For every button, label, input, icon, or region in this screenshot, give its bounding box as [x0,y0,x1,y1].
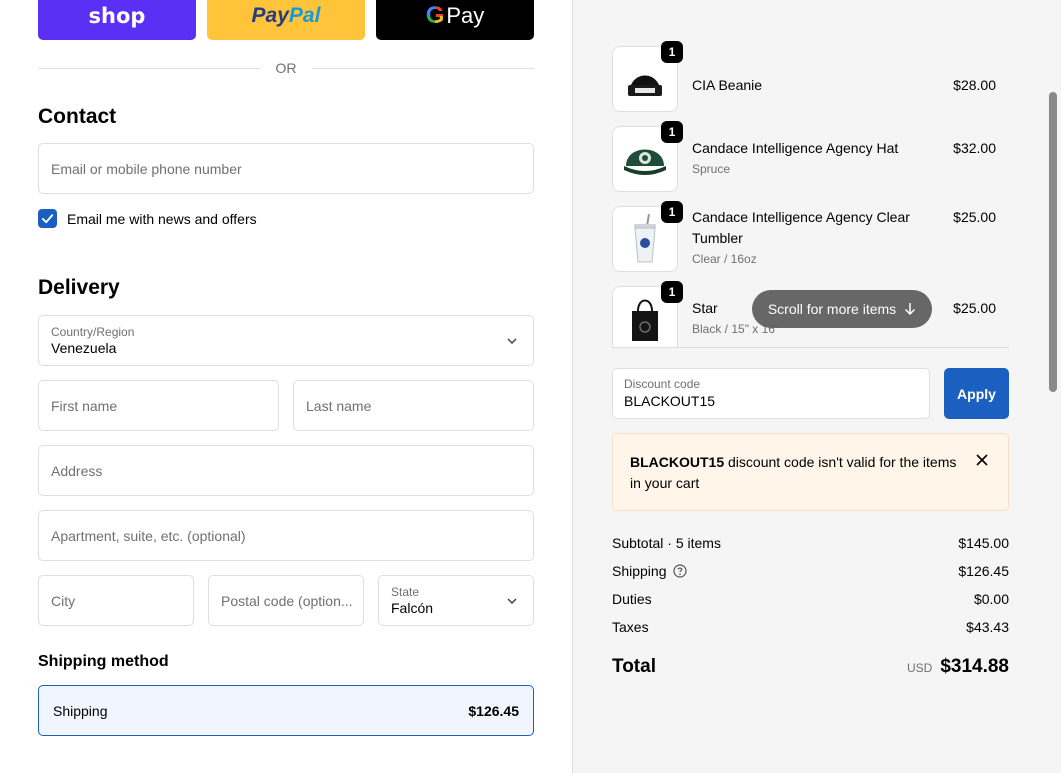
order-summary-column: 1 CIA Beanie $28.00 1 Candace Intelligen… [572,0,1061,773]
shop-pay-button[interactable]: shop [38,0,196,40]
beanie-icon [628,75,662,96]
last-name-field[interactable]: Last name [293,380,534,431]
divider-line [38,67,261,69]
taxes-label: Taxes [612,619,649,635]
shop-pay-label: shop [88,4,146,28]
paypal-label-part1: Pay [251,4,289,27]
apply-discount-button[interactable]: Apply [944,368,1009,419]
item-name: Candace Intelligence Agency Hat [692,140,899,156]
divider-line [311,67,534,69]
shipping-row: Shipping $126.45 [612,563,1009,579]
total-label: Total [612,656,656,677]
newsletter-label: Email me with news and offers [67,210,257,227]
quantity-badge: 1 [661,121,683,143]
close-icon[interactable] [974,452,990,468]
quantity-badge: 1 [661,201,683,223]
discount-code-field[interactable]: Discount code BLACKOUT15 [612,368,930,419]
state-label: State [391,585,420,599]
subtotal-value: $145.00 [958,535,1009,551]
page-scrollbar-thumb[interactable] [1049,92,1057,392]
chevron-down-icon [507,338,517,345]
country-select[interactable]: Country/Region Venezuela [38,315,534,366]
first-name-placeholder: First name [51,397,118,414]
item-variant: Clear / 16oz [692,252,757,266]
delivery-heading: Delivery [38,276,120,299]
subtotal-label: Subtotal · 5 items [612,535,721,551]
newsletter-checkbox[interactable] [38,209,57,228]
paypal-label-part2: Pal [288,4,321,27]
address-field[interactable]: Address [38,445,534,496]
item-price: $25.00 [953,209,996,225]
total-row: Total USD $314.88 [612,656,1009,678]
total-currency: USD [906,661,933,675]
taxes-value: $43.43 [966,619,1009,635]
item-price: $28.00 [953,77,996,93]
quantity-badge: 1 [661,281,683,303]
duties-value: $0.00 [973,591,1009,607]
notice-text: BLACKOUT15 discount code isn't valid for… [630,452,960,494]
shipping-option[interactable]: Shipping $126.45 [38,685,534,736]
shipping-option-label: Shipping [53,702,108,719]
duties-label: Duties [612,591,652,607]
discount-code-label: Discount code [624,377,701,391]
taxes-row: Taxes $43.43 [612,619,1009,635]
postal-code-field[interactable]: Postal code (option... [208,575,364,626]
country-value: Venezuela [51,340,117,356]
item-price: $25.00 [953,300,996,316]
subtotal-row: Subtotal · 5 items $145.00 [612,535,1009,551]
google-pay-label: Pay [446,3,485,28]
scroll-for-more-button[interactable]: Scroll for more items [752,290,932,328]
last-name-placeholder: Last name [306,397,372,414]
email-field[interactable]: Email or mobile phone number [38,143,534,194]
shipping-label: Shipping [612,563,667,579]
shipping-method-heading: Shipping method [38,653,169,670]
city-field[interactable]: City [38,575,194,626]
scroll-hint-label: Scroll for more items [767,301,897,317]
first-name-field[interactable]: First name [38,380,279,431]
discount-error-notice: BLACKOUT15 discount code isn't valid for… [612,433,1009,511]
google-g-icon: G [425,2,445,29]
shipping-option-price: $126.45 [468,702,519,719]
total-value: $314.88 [940,656,1009,677]
state-select[interactable]: State Falcón [378,575,534,626]
tote-bag-icon [632,299,658,341]
country-label: Country/Region [51,325,135,339]
cart-items-list[interactable]: 1 CIA Beanie $28.00 1 Candace Intelligen… [612,38,1009,348]
checkmark-icon [41,214,54,224]
help-circle-icon[interactable] [672,564,687,578]
item-name: CIA Beanie [692,77,763,93]
google-pay-button[interactable]: G Pay [376,0,534,40]
tumbler-icon [634,213,656,263]
or-divider: OR [38,58,534,78]
arrow-down-icon [905,303,916,316]
or-label: OR [275,60,297,76]
paypal-button[interactable]: Pay Pal [207,0,365,40]
email-placeholder: Email or mobile phone number [51,160,242,177]
contact-heading: Contact [38,105,117,128]
notice-code: BLACKOUT15 [630,454,725,470]
page-scrollbar[interactable] [1046,0,1061,773]
address-placeholder: Address [51,462,103,479]
state-value: Falcón [391,600,434,616]
discount-code-value: BLACKOUT15 [624,393,716,409]
shipping-value: $126.45 [958,563,1009,579]
duties-row: Duties $0.00 [612,591,1009,607]
chevron-down-icon [507,598,517,605]
item-name: Candace Intelligence Agency Clear Tumble… [692,209,910,246]
cart-item: 1 CIA Beanie $28.00 [612,41,996,112]
cart-item: 1 Candace Intelligence Agency Clear Tumb… [612,201,996,272]
item-price: $32.00 [953,140,996,156]
quantity-badge: 1 [661,41,683,63]
checkout-form-column: shop Pay Pal G Pay OR Contact Email or mo… [0,0,572,773]
item-variant: Spruce [692,162,731,176]
apartment-field[interactable]: Apartment, suite, etc. (optional) [38,510,534,561]
cart-item: 1 Candace Intelligence Agency Hat Spruce… [612,121,996,192]
postal-code-placeholder: Postal code (option... [221,592,353,609]
city-placeholder: City [51,592,76,609]
newsletter-option[interactable]: Email me with news and offers [38,209,257,228]
apartment-placeholder: Apartment, suite, etc. (optional) [51,527,246,544]
